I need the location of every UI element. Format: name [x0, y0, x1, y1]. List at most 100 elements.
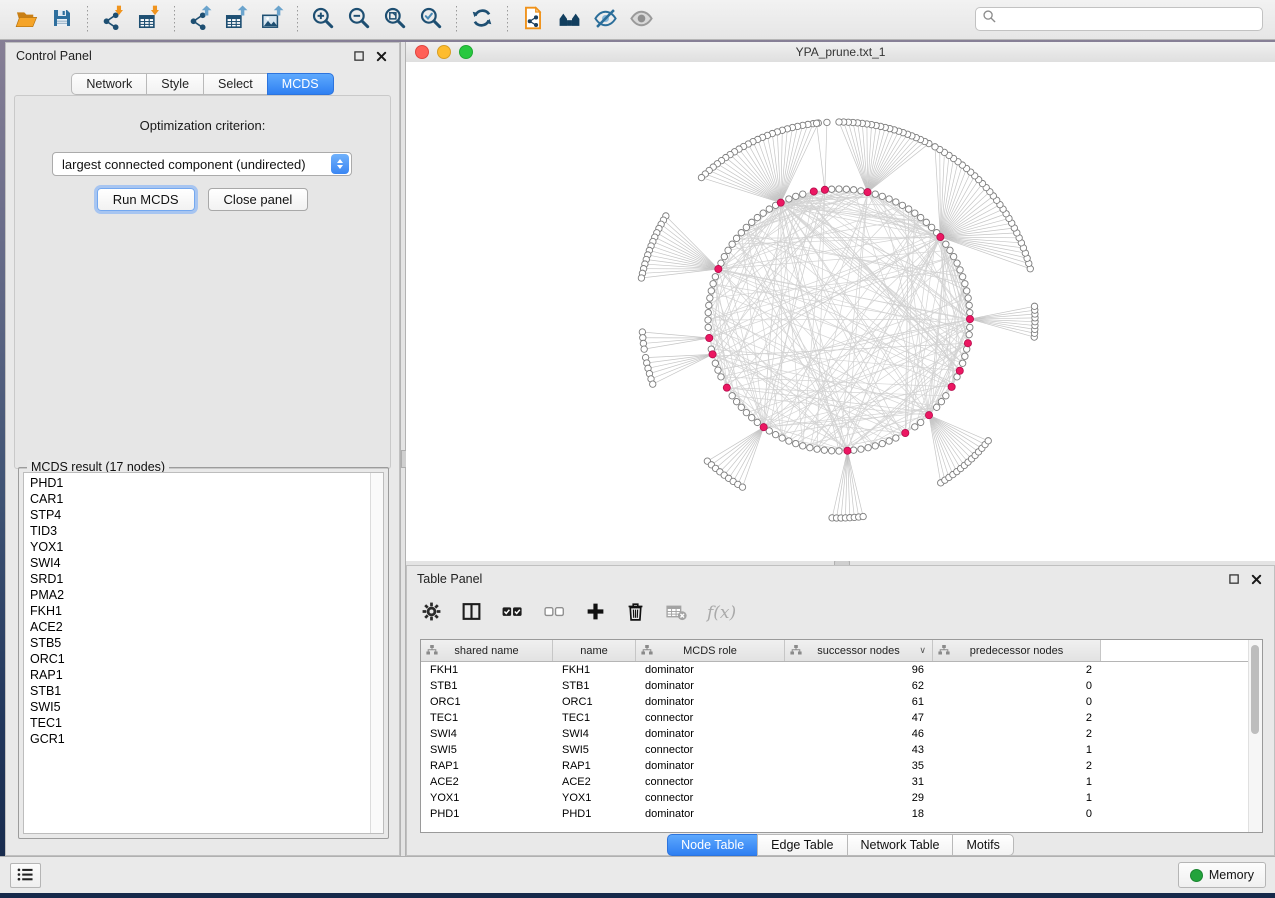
- column-type-icon: [641, 645, 653, 658]
- deselect-all-rows-button[interactable]: [543, 600, 566, 626]
- zoom-out-icon: [346, 5, 372, 34]
- criterion-select[interactable]: largest connected component (undirected): [52, 152, 352, 176]
- zoom-selected-button[interactable]: [413, 3, 449, 37]
- save-button[interactable]: [44, 3, 80, 37]
- search-field[interactable]: [975, 7, 1263, 31]
- table-row[interactable]: SWI4SWI4dominator462: [421, 726, 1262, 742]
- mcds-result-item[interactable]: RAP1: [24, 667, 383, 683]
- mcds-result-item[interactable]: SWI5: [24, 699, 383, 715]
- tab-select[interactable]: Select: [203, 73, 267, 95]
- table-row[interactable]: YOX1YOX1connector291: [421, 790, 1262, 806]
- task-history-button[interactable]: [10, 863, 41, 888]
- tab-network[interactable]: Network: [71, 73, 146, 95]
- close-panel-icon[interactable]: [373, 48, 389, 64]
- create-column-button[interactable]: [585, 600, 606, 626]
- table-cell: 61: [785, 696, 933, 708]
- select-all-rows-button[interactable]: [501, 600, 524, 626]
- mcds-result-item[interactable]: PMA2: [24, 587, 383, 603]
- tab-edge-table[interactable]: Edge Table: [757, 834, 846, 856]
- search-input[interactable]: [1002, 11, 1256, 27]
- memory-button[interactable]: Memory: [1178, 862, 1266, 888]
- column-header-predecessor-nodes[interactable]: predecessor nodes: [933, 640, 1101, 661]
- table-cell: SWI5: [553, 744, 636, 756]
- column-header-successor-nodes[interactable]: successor nodes∨: [785, 640, 933, 661]
- mcds-result-item[interactable]: STB5: [24, 635, 383, 651]
- table-cell: 0: [933, 696, 1101, 708]
- export-network-button[interactable]: [182, 3, 218, 37]
- mcds-result-item[interactable]: FKH1: [24, 603, 383, 619]
- mcds-result-item[interactable]: TEC1: [24, 715, 383, 731]
- table-scrollbar[interactable]: [1248, 640, 1262, 832]
- close-panel-button[interactable]: Close panel: [208, 188, 309, 211]
- fx-icon: f(x): [707, 603, 736, 623]
- tab-network-table[interactable]: Network Table: [847, 834, 953, 856]
- delete-table-icon: [665, 601, 688, 625]
- open-button[interactable]: [8, 3, 44, 37]
- mcds-result-item[interactable]: ORC1: [24, 651, 383, 667]
- column-header-name[interactable]: name: [553, 640, 636, 661]
- table-cell: connector: [636, 776, 785, 788]
- refresh-button[interactable]: [464, 3, 500, 37]
- table-row[interactable]: PHD1PHD1dominator180: [421, 806, 1262, 822]
- table-row[interactable]: ACE2ACE2connector311: [421, 774, 1262, 790]
- export-network-icon: [187, 5, 213, 34]
- export-table-button[interactable]: [218, 3, 254, 37]
- function-builder-button[interactable]: f(x): [707, 600, 736, 626]
- table-row[interactable]: TEC1TEC1connector472: [421, 710, 1262, 726]
- table-cell: 43: [785, 744, 933, 756]
- table-row[interactable]: RAP1RAP1dominator352: [421, 758, 1262, 774]
- mcds-result-item[interactable]: GCR1: [24, 731, 383, 747]
- list-scrollbar[interactable]: [370, 473, 383, 833]
- table-cell: 18: [785, 808, 933, 820]
- network-canvas[interactable]: [406, 62, 1275, 561]
- tab-style[interactable]: Style: [146, 73, 203, 95]
- column-header-shared-name[interactable]: shared name: [421, 640, 553, 661]
- import-network-button[interactable]: [95, 3, 131, 37]
- show-all-button[interactable]: [623, 3, 659, 37]
- show-columns-button[interactable]: [461, 600, 482, 626]
- table-settings-button[interactable]: [421, 600, 442, 626]
- mcds-result-item[interactable]: ACE2: [24, 619, 383, 635]
- mcds-result-item[interactable]: TID3: [24, 523, 383, 539]
- mcds-result-item[interactable]: YOX1: [24, 539, 383, 555]
- mcds-result-item[interactable]: SWI4: [24, 555, 383, 571]
- network-from-selection-button[interactable]: [515, 3, 551, 37]
- mcds-result-item[interactable]: CAR1: [24, 491, 383, 507]
- mcds-result-item[interactable]: PHD1: [24, 475, 383, 491]
- column-header-MCDS-role[interactable]: MCDS role: [636, 640, 785, 661]
- float-panel-icon[interactable]: [1226, 571, 1242, 587]
- toolbar-separator: [87, 6, 88, 34]
- main-toolbar: [0, 0, 1275, 40]
- export-image-button[interactable]: [254, 3, 290, 37]
- close-panel-icon[interactable]: [1248, 571, 1264, 587]
- mcds-result-item[interactable]: STB1: [24, 683, 383, 699]
- find-neighbors-button[interactable]: [551, 3, 587, 37]
- table-cell: FKH1: [421, 664, 553, 676]
- import-table-button[interactable]: [131, 3, 167, 37]
- tab-node-table[interactable]: Node Table: [667, 834, 757, 856]
- zoom-out-button[interactable]: [341, 3, 377, 37]
- mcds-result-item[interactable]: SRD1: [24, 571, 383, 587]
- hide-selected-button[interactable]: [587, 3, 623, 37]
- tab-motifs[interactable]: Motifs: [952, 834, 1013, 856]
- table-row[interactable]: ORC1ORC1dominator610: [421, 694, 1262, 710]
- node-table: shared namenameMCDS rolesuccessor nodes∨…: [420, 639, 1263, 833]
- table-cell: connector: [636, 792, 785, 804]
- table-tabs: Node TableEdge TableNetwork TableMotifs: [407, 834, 1274, 856]
- table-cell: YOX1: [421, 792, 553, 804]
- mcds-result-item[interactable]: STP4: [24, 507, 383, 523]
- delete-column-button[interactable]: [625, 600, 646, 626]
- tab-mcds[interactable]: MCDS: [267, 73, 334, 95]
- run-mcds-button[interactable]: Run MCDS: [97, 188, 195, 211]
- zoom-in-button[interactable]: [305, 3, 341, 37]
- zoom-fit-button[interactable]: [377, 3, 413, 37]
- delete-table-button[interactable]: [665, 600, 688, 626]
- scrollbar-thumb[interactable]: [1251, 645, 1259, 734]
- table-cell: 2: [933, 712, 1101, 724]
- table-row[interactable]: FKH1FKH1dominator962: [421, 662, 1262, 678]
- table-cell: 2: [933, 760, 1101, 772]
- float-panel-icon[interactable]: [351, 48, 367, 64]
- table-row[interactable]: SWI5SWI5connector431: [421, 742, 1262, 758]
- table-row[interactable]: STB1STB1dominator620: [421, 678, 1262, 694]
- toolbar-separator: [456, 6, 457, 34]
